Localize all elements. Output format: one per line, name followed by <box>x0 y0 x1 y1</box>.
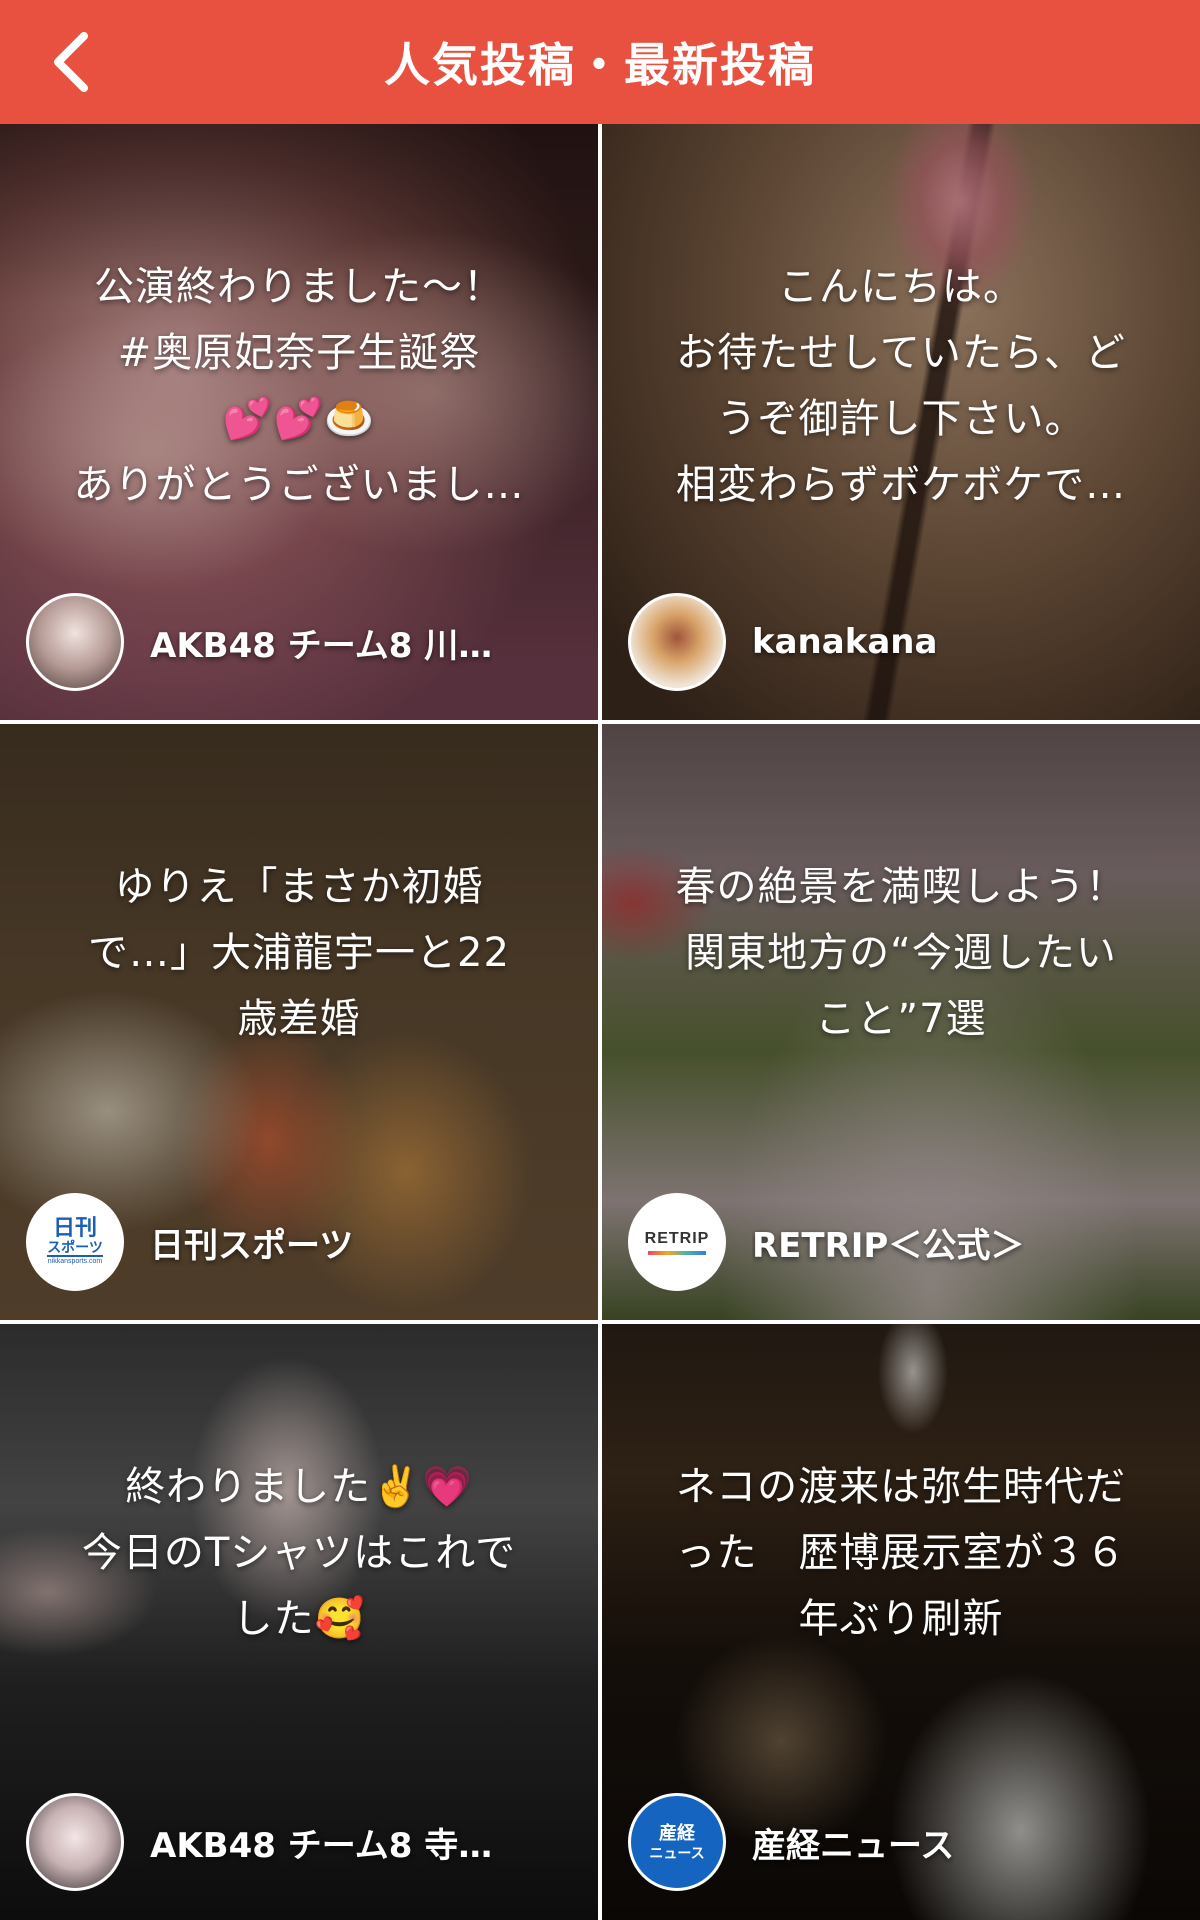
nikkan-sports-logo: 日刊 スポーツ nikkansports.com <box>26 1193 124 1291</box>
sankei-news-logo: 産経 ニュース <box>628 1793 726 1891</box>
post-author[interactable]: 日刊 スポーツ nikkansports.com 日刊スポーツ <box>26 1190 568 1294</box>
person-photo-icon <box>26 1793 124 1891</box>
post-card[interactable]: ネコの渡来は弥生時代だ った 歴博展示室が３６ 年ぶり刷新 産経 ニュース 産経… <box>602 1324 1200 1920</box>
logo-text: スポーツ <box>47 1239 103 1257</box>
post-card[interactable]: 公演終わりました〜！ #奥原妃奈子生誕祭 💕💕🍮 ありがとうございまし… AKB… <box>0 124 598 720</box>
post-caption: 公演終わりました〜！ #奥原妃奈子生誕祭 💕💕🍮 ありがとうございまし… <box>73 264 525 508</box>
post-caption: ゆりえ「まさか初婚 で…」大浦龍宇一と22 歳差婚 <box>88 864 510 1042</box>
post-author[interactable]: kanakana <box>628 590 1170 694</box>
post-card[interactable]: 春の絶景を満喫しよう！ 関東地方の“今週したい こと”7選 RETRIP RET… <box>602 724 1200 1320</box>
post-caption: こんにちは。 お待たせしていたら、ど うぞ御許し下さい。 相変わらずボケボケで… <box>675 264 1127 508</box>
back-button[interactable] <box>30 22 110 102</box>
post-author[interactable]: RETRIP RETRIP＜公式＞ <box>628 1190 1170 1294</box>
retrip-logo: RETRIP <box>628 1193 726 1291</box>
author-name: RETRIP＜公式＞ <box>752 1225 1025 1266</box>
logo-text: nikkansports.com <box>47 1258 103 1265</box>
author-name: 日刊スポーツ <box>150 1225 354 1266</box>
post-caption: 春の絶景を満喫しよう！ 関東地方の“今週したい こと”7選 <box>675 864 1127 1042</box>
logo-text: RETRIP <box>644 1229 710 1247</box>
author-name: kanakana <box>752 622 938 662</box>
post-card[interactable]: ゆりえ「まさか初婚 で…」大浦龍宇一と22 歳差婚 日刊 スポーツ nikkan… <box>0 724 598 1320</box>
post-caption: 終わりました✌️💗 今日のTシャツはこれで した🥰 <box>81 1464 517 1642</box>
author-name: 産経ニュース <box>752 1825 955 1866</box>
logo-text: ニュース <box>649 1845 705 1861</box>
top-bar: 人気投稿・最新投稿 <box>0 0 1200 124</box>
post-card[interactable]: こんにちは。 お待たせしていたら、ど うぞ御許し下さい。 相変わらずボケボケで…… <box>602 124 1200 720</box>
dessert-photo-icon <box>628 593 726 691</box>
author-name: AKB48 チーム8 寺… <box>150 1825 493 1866</box>
page-title: 人気投稿・最新投稿 <box>384 38 816 92</box>
post-grid: 公演終わりました〜！ #奥原妃奈子生誕祭 💕💕🍮 ありがとうございまし… AKB… <box>0 124 1200 1920</box>
logo-text: 産経 <box>659 1823 695 1843</box>
post-card[interactable]: 終わりました✌️💗 今日のTシャツはこれで した🥰 AKB48 チーム8 寺… <box>0 1324 598 1920</box>
post-author[interactable]: AKB48 チーム8 寺… <box>26 1790 568 1894</box>
author-name: AKB48 チーム8 川… <box>150 625 493 666</box>
logo-underline <box>648 1250 706 1255</box>
logo-text: 日刊 <box>52 1215 97 1240</box>
post-caption: ネコの渡来は弥生時代だ った 歴博展示室が３６ 年ぶり刷新 <box>675 1464 1127 1642</box>
post-author[interactable]: 産経 ニュース 産経ニュース <box>628 1790 1170 1894</box>
person-photo-icon <box>26 593 124 691</box>
post-author[interactable]: AKB48 チーム8 川… <box>26 590 568 694</box>
chevron-left-icon <box>54 32 88 92</box>
